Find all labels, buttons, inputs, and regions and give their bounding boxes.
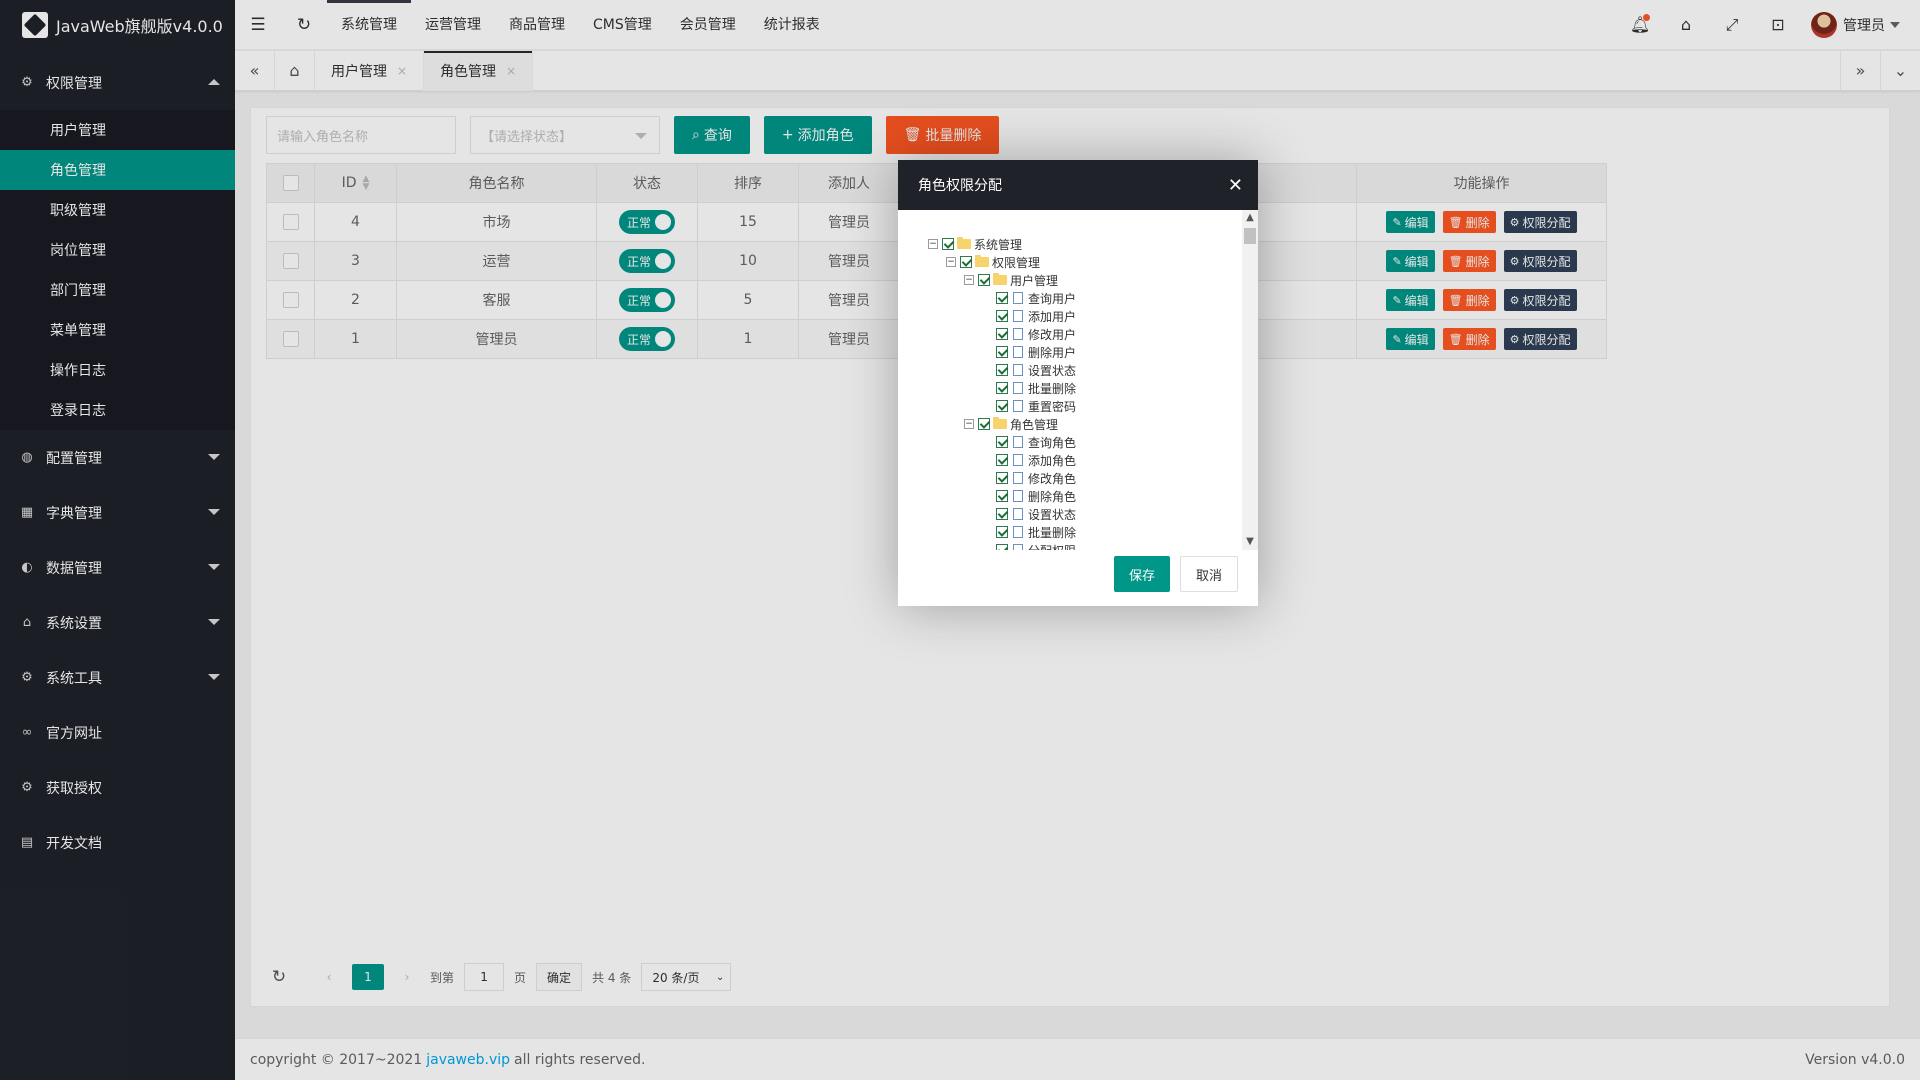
folder-icon	[975, 255, 989, 267]
scroll-down-icon[interactable]: ▼	[1242, 534, 1258, 550]
folder-icon	[957, 237, 971, 249]
tree-node-label: 设置状态	[1028, 507, 1077, 522]
file-icon	[1013, 436, 1023, 448]
tree-node-label: 修改角色	[1028, 471, 1077, 486]
tree-node[interactable]: − 用户管理	[928, 271, 1258, 289]
file-icon	[1013, 454, 1023, 466]
tree-checkbox[interactable]	[996, 310, 1008, 322]
modal-header: 角色权限分配 ✕	[898, 160, 1258, 210]
tree-node[interactable]: 批量删除	[928, 379, 1258, 397]
tree-checkbox[interactable]	[960, 256, 972, 268]
file-icon	[1013, 382, 1023, 394]
tree-node-label: 查询角色	[1028, 435, 1077, 450]
tree-node-label: 设置状态	[1028, 363, 1077, 378]
tree-checkbox[interactable]	[996, 328, 1008, 340]
tree-node-label: 用户管理	[1010, 273, 1059, 288]
tree-node[interactable]: 查询用户	[928, 289, 1258, 307]
tree-checkbox[interactable]	[996, 400, 1008, 412]
tree-checkbox[interactable]	[996, 364, 1008, 376]
tree-checkbox[interactable]	[996, 346, 1008, 358]
tree-node[interactable]: 修改角色	[928, 469, 1258, 487]
scrollbar-thumb[interactable]	[1244, 228, 1256, 244]
tree-node-label: 删除角色	[1028, 489, 1077, 504]
file-icon	[1013, 364, 1023, 376]
tree-node-label: 添加用户	[1028, 309, 1077, 324]
file-icon	[1013, 400, 1023, 412]
tree-node-label: 角色管理	[1010, 417, 1059, 432]
scroll-up-icon[interactable]: ▲	[1242, 210, 1258, 226]
tree-node-label: 批量删除	[1028, 381, 1077, 396]
close-icon[interactable]: ✕	[1228, 175, 1243, 196]
tree-node[interactable]: 设置状态	[928, 505, 1258, 523]
tree-checkbox[interactable]	[996, 508, 1008, 520]
file-icon	[1013, 328, 1023, 340]
tree-node[interactable]: 重置密码	[928, 397, 1258, 415]
tree-node[interactable]: − 系统管理	[928, 235, 1258, 253]
tree-checkbox[interactable]	[942, 238, 954, 250]
cancel-button[interactable]: 取消	[1179, 556, 1238, 592]
file-icon	[1013, 526, 1023, 538]
tree-node-label: 权限管理	[992, 255, 1041, 270]
tree-node[interactable]: 批量删除	[928, 523, 1258, 541]
tree-node[interactable]: 分配权限	[928, 541, 1258, 550]
tree-checkbox[interactable]	[996, 382, 1008, 394]
tree-checkbox[interactable]	[996, 490, 1008, 502]
tree-node-label: 系统管理	[974, 237, 1023, 252]
collapse-toggle-icon[interactable]: −	[964, 419, 974, 429]
folder-icon	[993, 417, 1007, 429]
tree-node-label: 添加角色	[1028, 453, 1077, 468]
collapse-toggle-icon[interactable]: −	[964, 275, 974, 285]
save-button[interactable]: 保存	[1113, 556, 1170, 592]
tree-node[interactable]: − 权限管理	[928, 253, 1258, 271]
tree-checkbox[interactable]	[996, 544, 1008, 550]
permission-tree: − 系统管理 − 权限管理 − 用户管理 查询用户 添加用户 修改用户 删除用户 设置状态 批量删除重…	[898, 210, 1258, 550]
file-icon	[1013, 310, 1023, 322]
tree-checkbox[interactable]	[996, 292, 1008, 304]
modal-footer: 保存 取消	[1113, 556, 1238, 592]
tree-checkbox[interactable]	[996, 526, 1008, 538]
modal-title: 角色权限分配	[918, 178, 1002, 194]
tree-node[interactable]: 添加角色	[928, 451, 1258, 469]
tree-node[interactable]: 修改用户	[928, 325, 1258, 343]
tree-checkbox[interactable]	[978, 418, 990, 430]
file-icon	[1013, 346, 1023, 358]
tree-checkbox[interactable]	[996, 436, 1008, 448]
tree-node-label: 重置密码	[1028, 399, 1077, 414]
file-icon	[1013, 490, 1023, 502]
tree-node[interactable]: 查询角色	[928, 433, 1258, 451]
tree-scrollbar[interactable]: ▲ ▼	[1242, 210, 1258, 550]
tree-node[interactable]: 删除角色	[928, 487, 1258, 505]
tree-node[interactable]: 删除用户	[928, 343, 1258, 361]
tree-checkbox[interactable]	[996, 454, 1008, 466]
tree-node-label: 修改用户	[1028, 327, 1077, 342]
app-root: JavaWeb旗舰版v4.0.0 ⚙ 权限管理 用户管理 角色管理 职级管理 岗位管理 部门…	[0, 0, 1920, 1080]
tree-node-label: 查询用户	[1028, 291, 1077, 306]
tree-checkbox[interactable]	[996, 472, 1008, 484]
tree-node-label: 批量删除	[1028, 525, 1077, 540]
file-icon	[1013, 472, 1023, 484]
permission-modal: 角色权限分配 ✕ − 系统管理 − 权限管理 − 用户管理查询用户添加用户修改用户删除用户…	[898, 160, 1258, 606]
collapse-toggle-icon[interactable]: −	[928, 239, 938, 249]
tree-node[interactable]: 设置状态	[928, 361, 1258, 379]
tree-checkbox[interactable]	[978, 274, 990, 286]
file-icon	[1013, 508, 1023, 520]
tree-node-label: 分配权限	[1028, 542, 1076, 551]
tree-node-label: 删除用户	[1028, 345, 1077, 360]
tree-node[interactable]: − 角色管理	[928, 415, 1258, 433]
folder-icon	[993, 273, 1007, 285]
tree-node[interactable]: 添加用户	[928, 307, 1258, 325]
file-icon	[1013, 292, 1023, 304]
collapse-toggle-icon[interactable]: −	[946, 257, 956, 267]
file-icon	[1013, 544, 1023, 550]
